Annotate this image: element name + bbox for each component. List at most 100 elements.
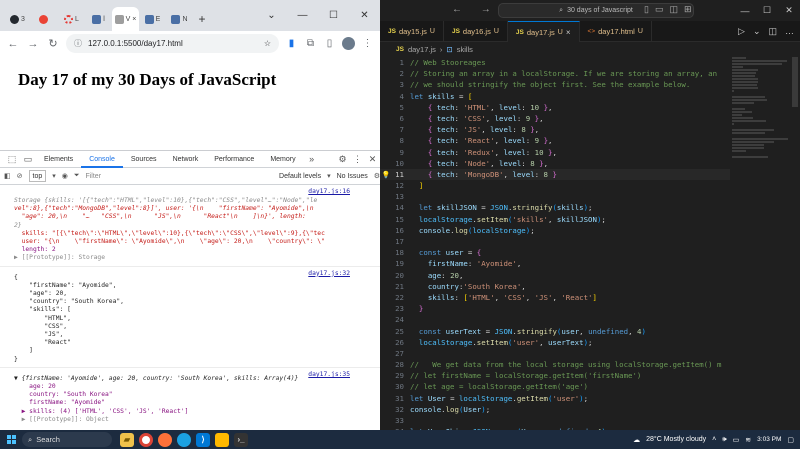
clear-console-icon[interactable]: ⊘ [17, 172, 23, 180]
code-line[interactable]: 22 skills: ['HTML', 'CSS', 'JS', 'React'… [380, 292, 730, 303]
breadcrumb-symbol[interactable]: skills [457, 45, 473, 54]
filter-input[interactable]: Filter [85, 173, 273, 180]
browser-tab-active[interactable]: V × [112, 7, 139, 31]
code-line[interactable]: 31 let User = localStorage.getItem('user'… [380, 393, 730, 404]
new-tab-button[interactable]: + [193, 7, 211, 31]
code-line[interactable]: 28 // We get data from the local storage … [380, 359, 730, 370]
chevron-down-icon[interactable]: ▾ [327, 172, 331, 180]
browser-tab[interactable]: 3 [4, 7, 31, 31]
sidepanel-icon[interactable]: ▯ [323, 38, 336, 49]
code-line[interactable]: 27 [380, 348, 730, 359]
editor-tab-active[interactable]: JS day17.js U × [507, 21, 580, 42]
url-text[interactable]: 127.0.0.1:5500/day17.html [88, 39, 258, 48]
minimize-icon[interactable]: — [734, 0, 756, 21]
code-line[interactable]: 12 ] [380, 180, 730, 191]
breadcrumb-file[interactable]: day17.js [408, 45, 436, 54]
speaker-icon[interactable]: 🕪 [722, 436, 726, 444]
code-line[interactable]: 29 // let firstName = localStorage.getIte… [380, 370, 730, 381]
sidebar-toggle-icon[interactable]: ▯ [644, 4, 649, 15]
editor-tab[interactable]: <> day17.html U [580, 21, 652, 42]
code-line[interactable]: 19 firstName: 'Ayomide', [380, 258, 730, 269]
layout-icon[interactable]: ⊞ [684, 4, 692, 15]
vscode-icon[interactable]: ⟩ [196, 432, 210, 447]
lightbulb-icon[interactable]: 💡 [382, 171, 391, 179]
browser-tab[interactable] [31, 7, 58, 31]
clock[interactable]: 3:03 PM [757, 436, 781, 444]
code-line[interactable]: 8 { tech: 'React', level: 9 }, [380, 135, 730, 146]
start-button[interactable] [0, 430, 22, 449]
tab-network[interactable]: Network [165, 151, 207, 168]
explorer-icon[interactable]: ▰ [120, 432, 134, 447]
log-levels-select[interactable]: Default levels [279, 173, 321, 180]
chevron-up-icon[interactable]: ˄ [712, 436, 716, 443]
reload-icon[interactable]: ↻ [46, 37, 60, 50]
close-icon[interactable]: ✕ [778, 0, 800, 21]
address-bar[interactable]: ⓘ 127.0.0.1:5500/day17.html ☆ [66, 34, 279, 53]
browser-tab[interactable]: l [85, 7, 112, 31]
extension-icon[interactable]: ▮ [285, 38, 298, 49]
maximize-icon[interactable]: ☐ [756, 0, 778, 21]
eye-icon[interactable]: ◉ [62, 172, 68, 180]
code-line[interactable]: 24 [380, 314, 730, 325]
code-line[interactable]: 17 [380, 236, 730, 247]
chrome-icon[interactable] [139, 432, 153, 447]
code-line[interactable]: 21 country:'South Korea', [380, 281, 730, 292]
console-line[interactable]: ▶ skills: (4) ['HTML', 'CSS', 'JS', 'Rea… [14, 408, 376, 416]
info-icon[interactable]: ⓘ [74, 38, 82, 49]
chevron-down-icon[interactable]: ⌄ [256, 0, 287, 31]
code-line[interactable]: 30 // let age = localStorage.getItem('age… [380, 381, 730, 392]
more-icon[interactable]: … [785, 26, 794, 36]
code-line[interactable]: 💡 11 { tech: 'MongoDB', level: 8 } [380, 168, 730, 181]
code-line[interactable]: 9 { tech: 'Redux', level: 10 }, [380, 147, 730, 158]
code-line[interactable]: 4 let skills = [ [380, 91, 730, 102]
code-line[interactable]: 20 age: 20, [380, 270, 730, 281]
forward-icon[interactable]: → [26, 38, 40, 50]
menu-icon[interactable]: ⋮ [361, 38, 374, 49]
terminal-icon[interactable]: ›_ [234, 432, 248, 447]
code-line[interactable]: 3 // we should stringify the object first… [380, 79, 730, 90]
sidebar-toggle-icon[interactable]: ◧ [4, 172, 11, 180]
code-line[interactable]: 18 const user = { [380, 247, 730, 258]
nav-arrows-icon[interactable]: ← → [452, 4, 499, 15]
source-link[interactable]: day17.js:32 [308, 270, 350, 278]
run-icon[interactable]: ▷ [738, 26, 745, 37]
code-line[interactable]: 5 { tech: 'HTML', level: 10 }, [380, 102, 730, 113]
puzzle-icon[interactable]: ⧉ [304, 38, 317, 49]
source-link[interactable]: day17.js:35 [308, 371, 350, 379]
files-icon[interactable] [215, 432, 229, 447]
browser-tab[interactable]: E [139, 7, 166, 31]
panel-toggle-icon[interactable]: ▭ [655, 4, 664, 15]
source-link[interactable]: day17.js:16 [308, 188, 350, 196]
menu-icon[interactable]: ⋮ [350, 154, 365, 165]
gear-icon[interactable]: ⚙ [335, 154, 350, 165]
close-icon[interactable]: ✕ [365, 154, 380, 165]
code-line[interactable]: 2 // Storing an array in a localStorage. … [380, 68, 730, 79]
console-line[interactable]: ▶ [[Prototype]]: Storage [14, 254, 376, 262]
code-line[interactable]: 14 let skillJSON = JSON.stringify(skills… [380, 202, 730, 213]
taskbar-search[interactable]: ⌕ Search [22, 432, 112, 447]
code-line[interactable]: 1 // Web Stooreages [380, 57, 730, 68]
code-line[interactable]: 32 console.log(User); [380, 404, 730, 415]
editor-tab[interactable]: JS day16.js U [444, 21, 508, 42]
more-tabs-icon[interactable]: » [304, 154, 320, 164]
tab-elements[interactable]: Elements [36, 151, 81, 168]
issues-counter[interactable]: No Issues [337, 173, 368, 180]
split-editor-icon[interactable]: ◫ [768, 26, 777, 37]
edge-icon[interactable] [177, 432, 191, 447]
tab-sources[interactable]: Sources [123, 151, 165, 168]
code-editor[interactable]: 1 // Web Stooreages 2 // Storing an array i… [380, 57, 730, 430]
minimize-icon[interactable]: — [287, 0, 318, 31]
battery-icon[interactable]: ▭ [733, 436, 740, 444]
editor-tab[interactable]: JS day15.js U [380, 21, 444, 42]
code-line[interactable]: 23 } [380, 303, 730, 314]
code-line[interactable]: 6 { tech: 'CSS', level: 9 }, [380, 113, 730, 124]
notification-icon[interactable]: ▢ [787, 436, 794, 444]
maximize-icon[interactable]: ☐ [318, 0, 349, 31]
star-icon[interactable]: ☆ [264, 39, 271, 48]
code-line[interactable]: 33 [380, 415, 730, 426]
context-select[interactable]: top [28, 170, 47, 182]
code-line[interactable]: 10 { tech: 'Node', level: 8 }, [380, 158, 730, 169]
console-line[interactable]: ▶ [[Prototype]]: Object [14, 416, 376, 424]
code-line[interactable]: 7 { tech: 'JS', level: 8 }, [380, 124, 730, 135]
device-icon[interactable]: ▭ [20, 154, 36, 165]
